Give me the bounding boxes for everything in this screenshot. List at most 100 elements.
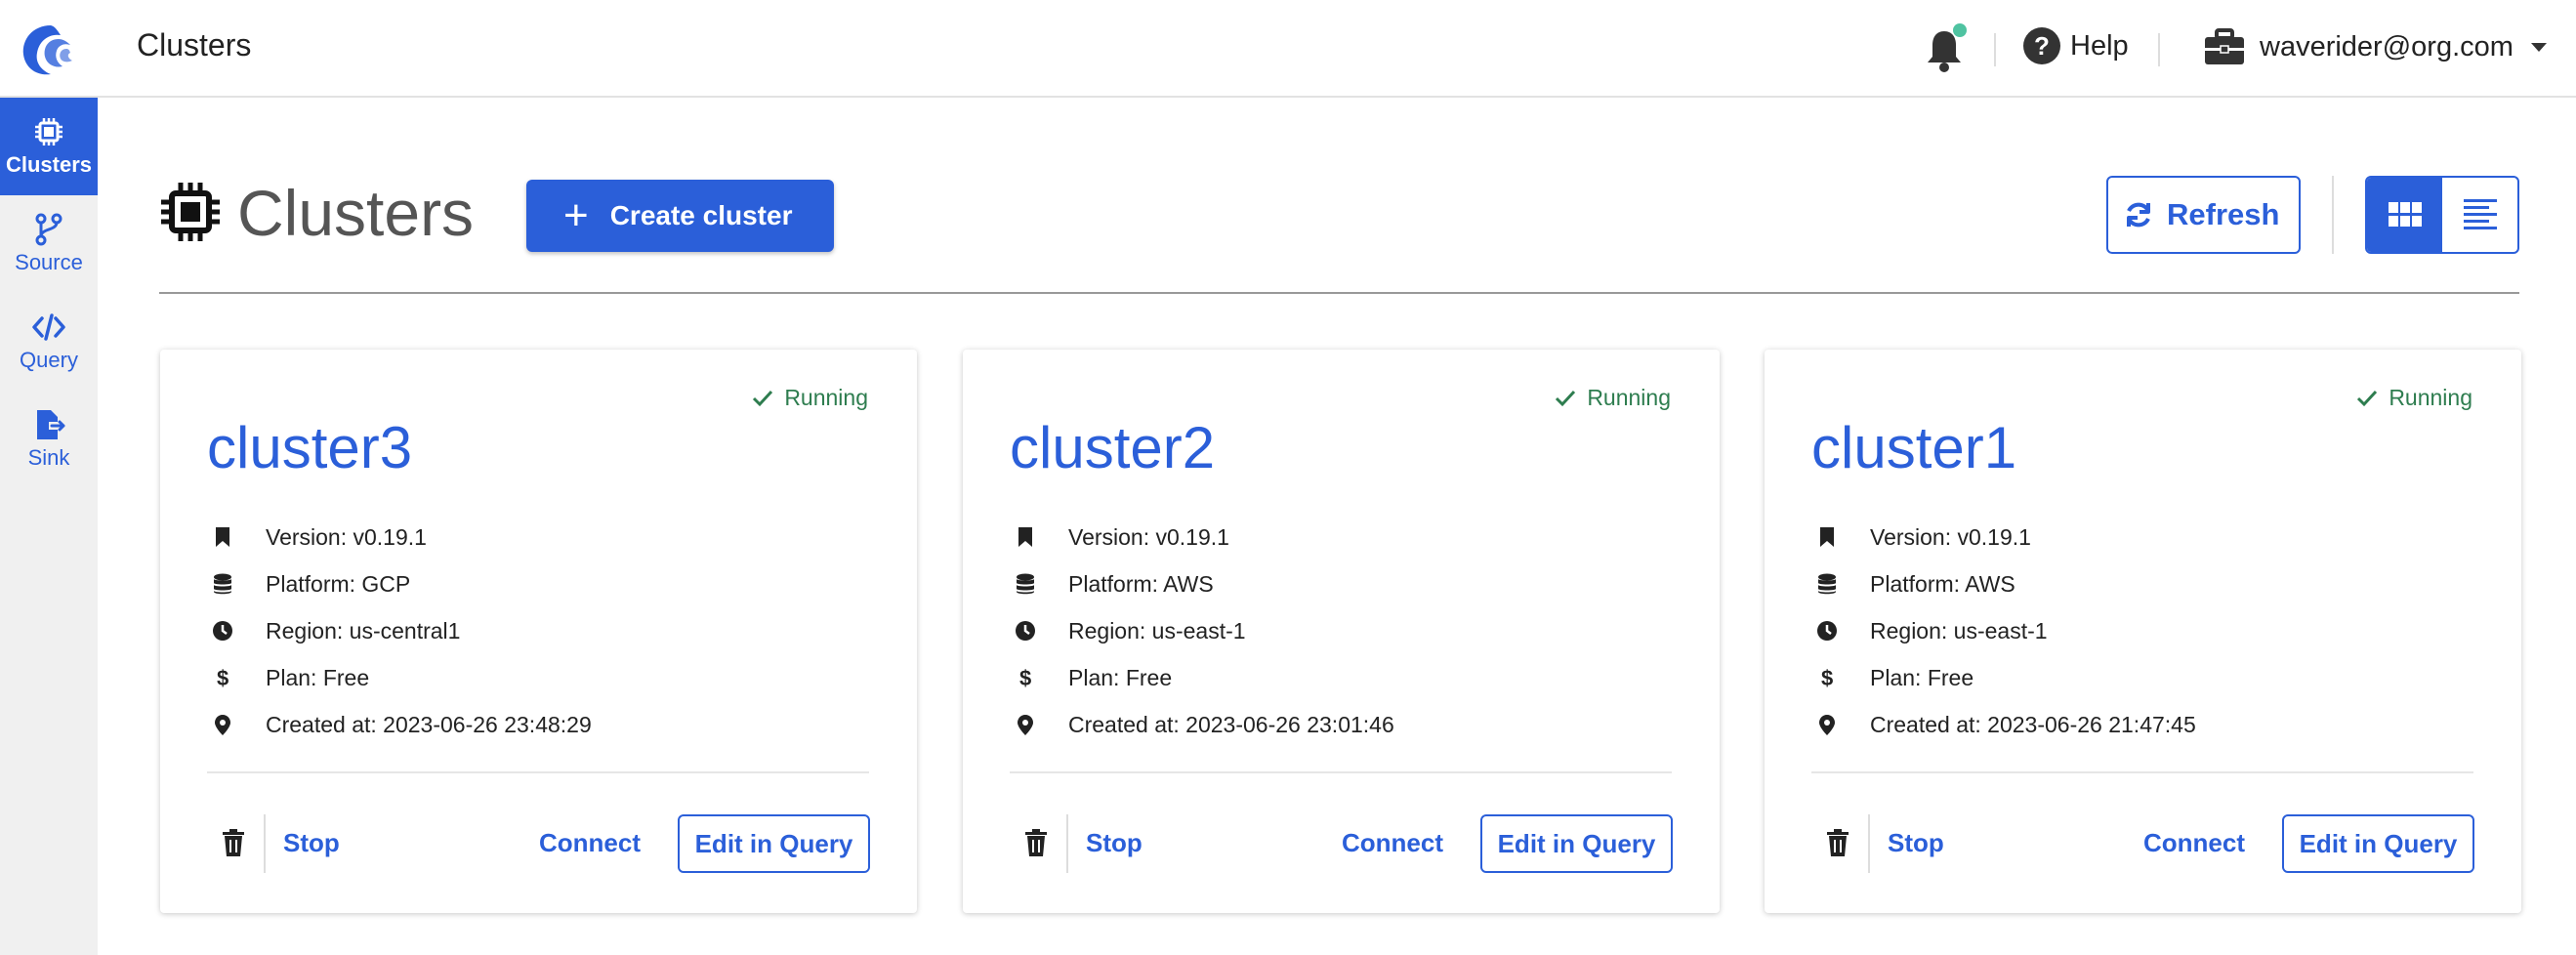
status-label: Running	[784, 385, 868, 410]
wave-logo-icon[interactable]	[16, 20, 78, 78]
map-pin-icon	[1819, 715, 1835, 735]
check-icon	[1556, 390, 1576, 406]
region-text: Region: us-central1	[266, 617, 461, 644]
cluster-card: Running cluster3 Version: v0.19.1 Platfo…	[160, 350, 917, 913]
bookmark-icon	[216, 527, 229, 547]
header-rule	[159, 292, 2519, 294]
sidebar-item-sink[interactable]: Sink	[0, 391, 98, 488]
platform-text: Platform: GCP	[266, 570, 411, 597]
page-title: Clusters	[237, 177, 475, 249]
chevron-down-icon	[2530, 42, 2547, 52]
header-divider	[1994, 33, 1996, 66]
chip-icon	[161, 183, 220, 241]
card-actions: Stop Connect Edit in Query	[1811, 814, 2474, 873]
trash-icon[interactable]	[221, 828, 246, 857]
notification-dot	[1953, 23, 1967, 37]
plan-row: $ Plan: Free	[1014, 654, 1394, 701]
version-row: Version: v0.19.1	[1014, 514, 1394, 561]
plan-text: Plan: Free	[1068, 664, 1173, 690]
app-title: Clusters	[137, 27, 252, 62]
connect-button[interactable]: Connect	[2143, 828, 2245, 858]
check-icon	[753, 390, 773, 406]
action-divider	[264, 814, 266, 873]
sidebar-item-label: Query	[20, 348, 78, 372]
sidebar-item-label: Source	[15, 250, 83, 274]
connect-button[interactable]: Connect	[1342, 828, 1443, 858]
platform-row: Platform: GCP	[211, 561, 592, 607]
check-icon	[2357, 390, 2378, 406]
edit-in-query-button[interactable]: Edit in Query	[2282, 814, 2474, 873]
edit-in-query-button[interactable]: Edit in Query	[678, 814, 870, 873]
platform-row: Platform: AWS	[1815, 561, 2196, 607]
database-icon	[1818, 573, 1836, 595]
created-text: Created at: 2023-06-26 23:01:46	[1068, 711, 1394, 737]
cluster-info: Version: v0.19.1 Platform: AWS Region: u…	[1014, 514, 1394, 748]
action-divider	[1868, 814, 1870, 873]
list-icon	[2463, 199, 2497, 229]
sidebar-item-label: Sink	[27, 445, 70, 470]
connect-button[interactable]: Connect	[539, 828, 641, 858]
code-icon	[32, 313, 65, 341]
cluster-name[interactable]: cluster3	[207, 414, 412, 481]
toolbar-divider	[2332, 176, 2334, 254]
cluster-card: Running cluster1 Version: v0.19.1 Platfo…	[1765, 350, 2521, 913]
sidebar-item-query[interactable]: Query	[0, 293, 98, 391]
sidebar-item-label: Clusters	[5, 152, 93, 177]
list-view-button[interactable]	[2442, 178, 2517, 252]
svg-text:$: $	[217, 666, 229, 689]
platform-text: Platform: AWS	[1068, 570, 1214, 597]
stop-button[interactable]: Stop	[1888, 828, 1944, 858]
sidebar-item-clusters[interactable]: Clusters	[0, 98, 98, 195]
version-text: Version: v0.19.1	[266, 523, 427, 550]
cluster-card: Running cluster2 Version: v0.19.1 Platfo…	[963, 350, 1720, 913]
cluster-info: Version: v0.19.1 Platform: GCP Region: u…	[211, 514, 592, 748]
sidebar-item-source[interactable]: Source	[0, 195, 98, 293]
create-cluster-button[interactable]: + Create cluster	[526, 180, 834, 252]
database-icon	[214, 573, 231, 595]
briefcase-icon	[2205, 28, 2244, 64]
platform-text: Platform: AWS	[1870, 570, 2015, 597]
trash-icon[interactable]	[1825, 828, 1850, 857]
top-bar: Clusters ? Help waverider@org.com	[0, 0, 2576, 98]
region-row: Region: us-central1	[211, 607, 592, 654]
created-row: Created at: 2023-06-26 21:47:45	[1815, 701, 2196, 748]
clock-icon	[1817, 621, 1837, 641]
help-link[interactable]: ? Help	[2023, 27, 2129, 64]
user-menu[interactable]: waverider@org.com	[2203, 27, 2547, 66]
stop-button[interactable]: Stop	[283, 828, 340, 858]
grid-icon	[2388, 202, 2422, 227]
grid-view-button[interactable]	[2367, 178, 2442, 252]
trash-icon[interactable]	[1023, 828, 1049, 857]
status-label: Running	[2389, 385, 2472, 410]
cluster-info: Version: v0.19.1 Platform: AWS Region: u…	[1815, 514, 2196, 748]
plus-icon: +	[563, 191, 589, 239]
version-row: Version: v0.19.1	[1815, 514, 2196, 561]
stop-button[interactable]: Stop	[1086, 828, 1143, 858]
action-divider	[1066, 814, 1068, 873]
clock-icon	[1016, 621, 1035, 641]
cluster-name[interactable]: cluster1	[1811, 414, 2016, 481]
branch-icon	[35, 213, 62, 246]
card-actions: Stop Connect Edit in Query	[207, 814, 870, 873]
refresh-icon	[2127, 202, 2150, 228]
created-text: Created at: 2023-06-26 21:47:45	[1870, 711, 2196, 737]
dollar-icon: $	[217, 666, 229, 689]
created-row: Created at: 2023-06-26 23:01:46	[1014, 701, 1394, 748]
database-icon	[1017, 573, 1034, 595]
map-pin-icon	[215, 715, 230, 735]
bookmark-icon	[1018, 527, 1032, 547]
clock-icon	[213, 621, 232, 641]
status-badge: Running	[1554, 385, 1671, 411]
refresh-button[interactable]: Refresh	[2106, 176, 2301, 254]
region-text: Region: us-east-1	[1068, 617, 1246, 644]
help-label: Help	[2070, 29, 2129, 62]
chip-icon	[35, 118, 62, 145]
version-row: Version: v0.19.1	[211, 514, 592, 561]
plan-row: $ Plan: Free	[211, 654, 592, 701]
refresh-label: Refresh	[2167, 197, 2280, 231]
edit-in-query-button[interactable]: Edit in Query	[1480, 814, 1673, 873]
sidebar: Clusters Source Query Sink	[0, 98, 98, 955]
cluster-name[interactable]: cluster2	[1010, 414, 1215, 481]
create-cluster-label: Create cluster	[609, 200, 793, 230]
card-actions: Stop Connect Edit in Query	[1010, 814, 1673, 873]
